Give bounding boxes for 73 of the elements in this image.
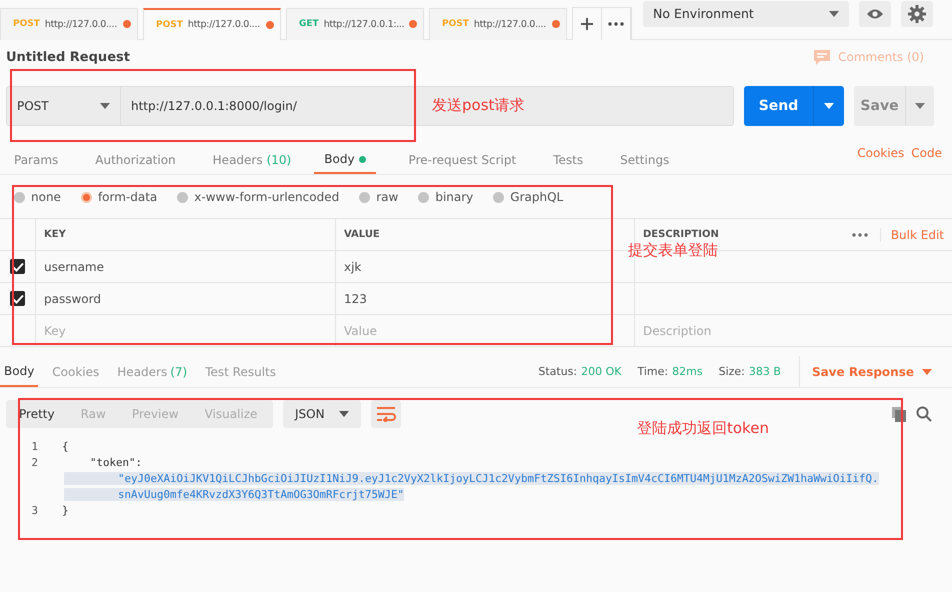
- section-tab[interactable]: Authorization: [91, 146, 180, 174]
- description-field[interactable]: Description: [635, 315, 952, 346]
- line-number: 2: [30, 456, 38, 468]
- section-tab[interactable]: Params: [10, 146, 62, 174]
- column-header: KEY: [36, 219, 336, 250]
- meta-value: 200 OK: [581, 365, 622, 378]
- copy-icon[interactable]: [892, 406, 906, 422]
- meta-label: Size:: [718, 365, 745, 378]
- eye-icon: [866, 8, 884, 20]
- save-button[interactable]: Save: [854, 86, 934, 126]
- view-mode-tab[interactable]: Pretty: [6, 400, 68, 428]
- meta-value: 383 B: [748, 365, 781, 378]
- key-cell[interactable]: password: [36, 283, 336, 314]
- request-tab[interactable]: GET http://127.0.0.1:...: [286, 8, 424, 40]
- send-button[interactable]: Send: [744, 86, 844, 126]
- column-header: DESCRIPTION: [643, 229, 719, 240]
- body-type-radio[interactable]: x-www-form-urlencoded: [177, 190, 340, 204]
- meta-value: 82ms: [672, 365, 703, 378]
- code-text: snAvUug0mfe4KRvzdX3Y6Q3TtAmOG3OmRFcrjt75WJE": [64, 488, 404, 500]
- more-icon[interactable]: [852, 232, 868, 236]
- code-text: "token":: [90, 456, 142, 468]
- annotation-text: 登陆成功返回token: [637, 419, 769, 438]
- more-button[interactable]: [602, 8, 631, 40]
- code-text: {: [62, 440, 69, 452]
- response-tab[interactable]: Test Results: [201, 356, 280, 387]
- more-icon: [608, 22, 624, 26]
- section-tab[interactable]: Body: [314, 146, 376, 174]
- link[interactable]: Code: [911, 146, 942, 174]
- caret-icon: [338, 411, 349, 417]
- request-tab[interactable]: POST http://127.0.0....: [143, 8, 281, 40]
- request-tab[interactable]: POST http://127.0.0....: [429, 8, 567, 40]
- body-type-radio[interactable]: raw: [359, 190, 398, 204]
- request-title: Untitled Request: [6, 50, 130, 64]
- key-field[interactable]: Key: [36, 315, 336, 346]
- link[interactable]: Cookies: [857, 146, 904, 174]
- settings-button[interactable]: [901, 0, 933, 26]
- search-icon[interactable]: [916, 406, 932, 422]
- line-number: 1: [30, 440, 38, 452]
- add-tab-button[interactable]: [573, 8, 602, 40]
- comment-icon: [814, 50, 830, 64]
- key-cell[interactable]: username: [36, 251, 336, 282]
- body-type-radio[interactable]: form-data: [80, 190, 158, 204]
- response-tab[interactable]: Cookies: [48, 356, 104, 387]
- value-field[interactable]: Value: [336, 315, 635, 346]
- section-tab[interactable]: Tests: [549, 146, 588, 174]
- meta-label: Status:: [538, 365, 578, 378]
- format-dropdown[interactable]: JSON: [283, 400, 361, 428]
- value-cell[interactable]: 123: [336, 283, 635, 314]
- caret-icon: [829, 10, 839, 16]
- section-tab[interactable]: Headers (10): [208, 146, 296, 174]
- settings-icon: [908, 4, 926, 22]
- response-tab[interactable]: Headers (7): [113, 356, 192, 387]
- wrap-button[interactable]: [370, 400, 401, 428]
- code-text: }: [62, 504, 69, 516]
- caret-icon: [824, 103, 834, 109]
- body-type-radio[interactable]: binary: [418, 190, 474, 204]
- plus-icon: [580, 17, 594, 31]
- bulk-edit-link[interactable]: Bulk Edit: [880, 228, 944, 242]
- section-tab[interactable]: Settings: [616, 146, 674, 174]
- request-tab[interactable]: POST http://127.0.0....: [0, 8, 138, 40]
- code-text: "eyJ0eXAiOiJKV1QiLCJhbGciOiJIUzI1NiJ9.eyJ1c2VyX2lkIjoyLCJ1c2VybmFtZSI6InhqayIsImV4cCI6MTU4MjU1MzA2OSwiZW1haWwiOiIifQ.: [64, 472, 879, 484]
- body-type-radio[interactable]: GraphQL: [493, 190, 564, 204]
- wrap-lines-icon: [376, 406, 396, 422]
- caret-icon: [922, 368, 932, 374]
- caret-icon: [915, 103, 925, 109]
- meta-label: Time:: [638, 365, 668, 378]
- line-number: 3: [30, 504, 38, 516]
- eye-button[interactable]: [859, 0, 891, 26]
- section-tab[interactable]: Pre-request Script: [404, 146, 520, 174]
- body-type-radio[interactable]: none: [14, 190, 61, 204]
- environment-dropdown[interactable]: No Environment: [643, 0, 849, 26]
- save-response-button[interactable]: Save Response: [798, 356, 932, 387]
- response-tab[interactable]: Body: [0, 356, 38, 387]
